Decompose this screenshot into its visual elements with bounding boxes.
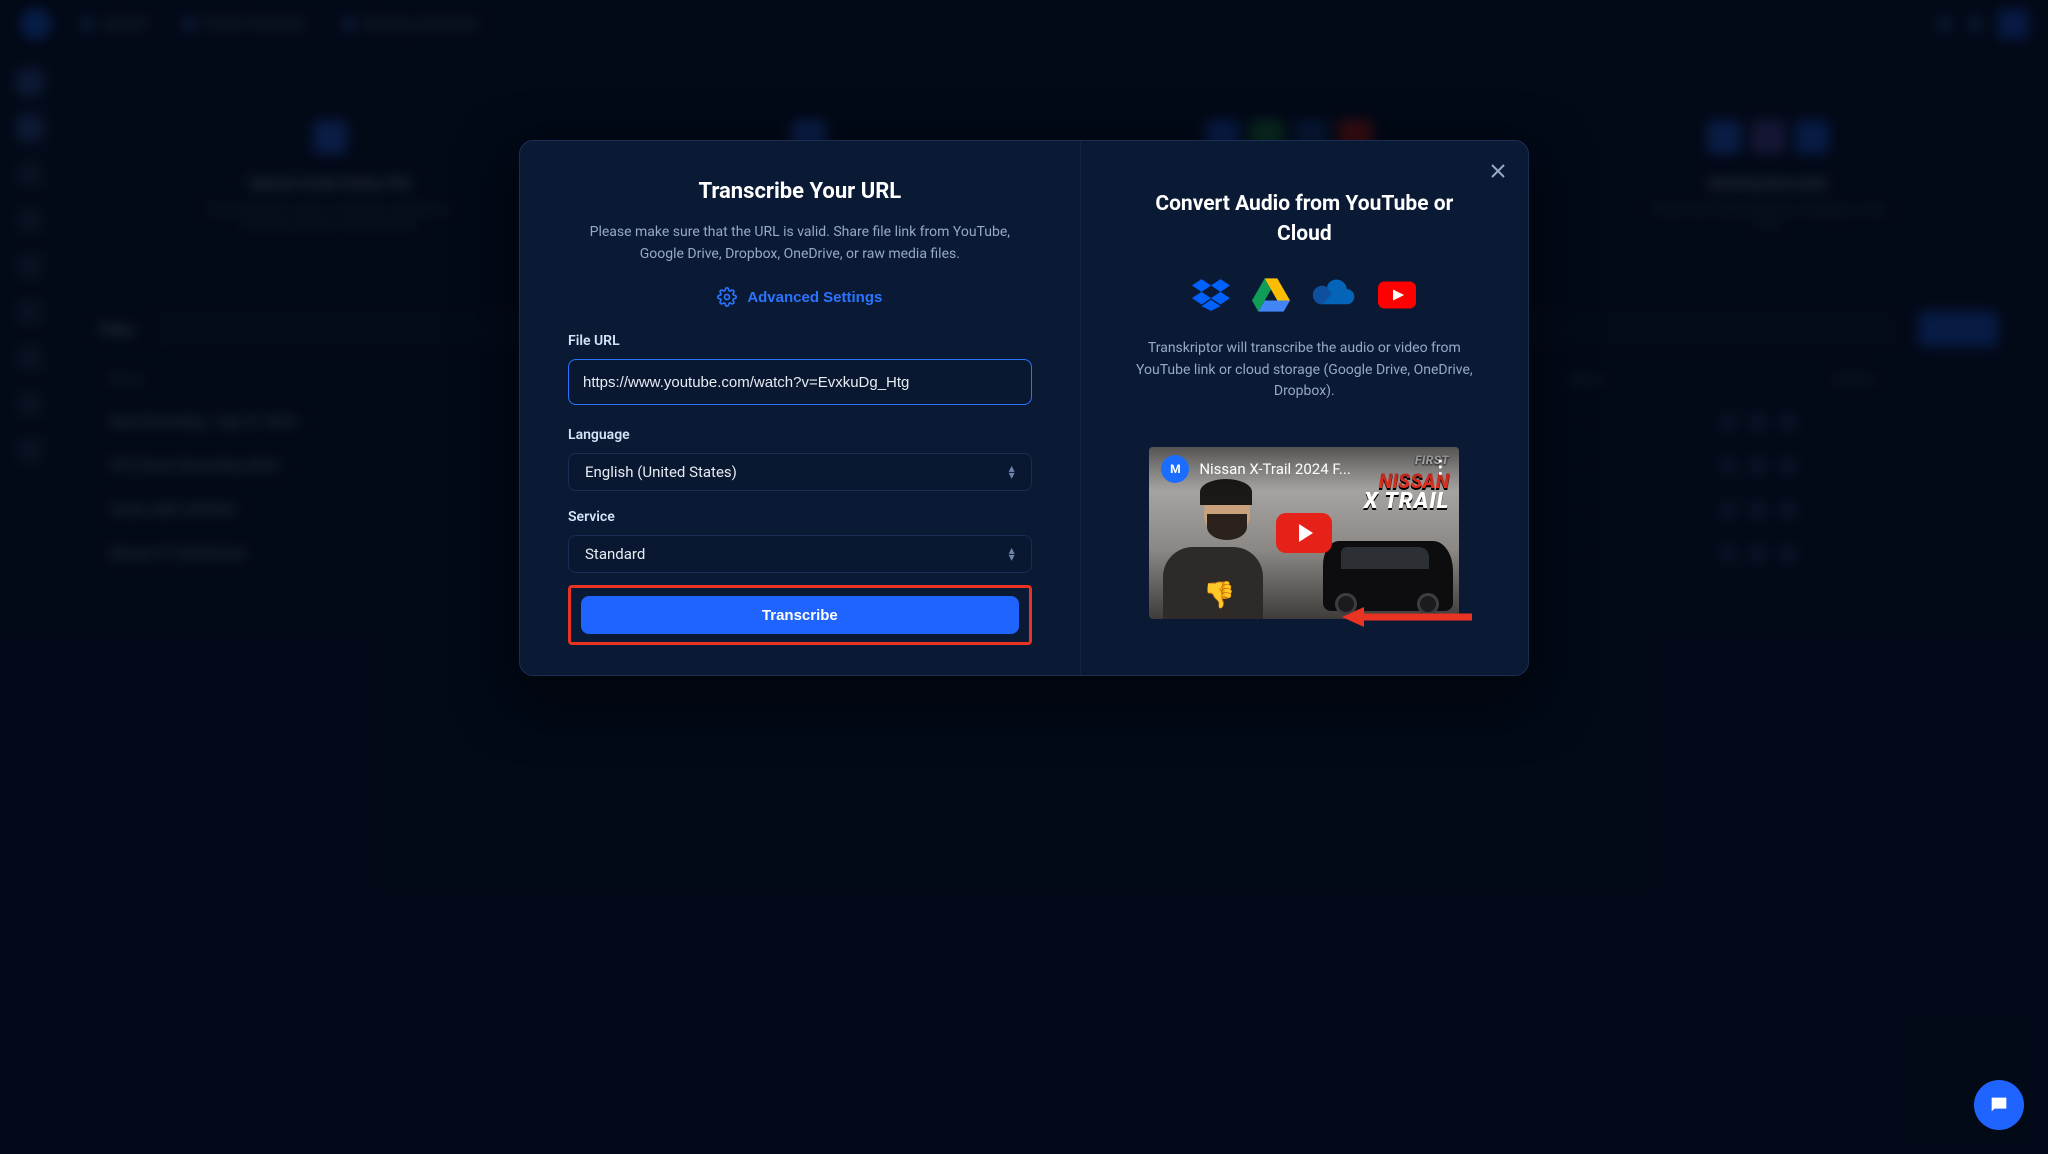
google-drive-icon (1252, 278, 1290, 312)
modal-description: Please make sure that the URL is valid. … (568, 222, 1032, 265)
video-preview[interactable]: FIRST NISSAN X TRAIL 👍 (1149, 447, 1459, 619)
close-button[interactable] (1486, 159, 1510, 183)
modal-right-pane: Convert Audio from YouTube or Cloud (1081, 141, 1528, 675)
chat-widget-button[interactable] (1974, 1080, 2024, 1130)
file-url-input[interactable] (568, 359, 1032, 405)
close-icon (1491, 164, 1505, 178)
cloud-brand-icons (1117, 278, 1492, 312)
thumbs-down-icon: 👍 (1203, 581, 1231, 609)
gear-icon (717, 287, 737, 307)
chevron-updown-icon: ▴▾ (1009, 547, 1015, 561)
file-url-label: File URL (568, 333, 1032, 349)
youtube-icon (1378, 278, 1416, 312)
right-description: Transkriptor will transcribe the audio o… (1117, 338, 1492, 403)
advanced-settings-button[interactable]: Advanced Settings (568, 287, 1032, 307)
service-value: Standard (585, 545, 645, 563)
service-select[interactable]: Standard ▴▾ (568, 535, 1032, 573)
modal-left-pane: Transcribe Your URL Please make sure tha… (520, 141, 1081, 675)
transcribe-url-modal: Transcribe Your URL Please make sure tha… (519, 140, 1529, 676)
language-label: Language (568, 427, 1032, 443)
language-value: English (United States) (585, 463, 737, 481)
channel-avatar: M (1161, 455, 1189, 483)
video-more-icon: ⋮ (1431, 457, 1449, 478)
annotation-highlight: Transcribe (568, 585, 1032, 645)
play-button[interactable] (1276, 513, 1332, 553)
dropbox-icon (1192, 278, 1230, 312)
service-label: Service (568, 509, 1032, 525)
chat-icon (1988, 1094, 2010, 1116)
language-select[interactable]: English (United States) ▴▾ (568, 453, 1032, 491)
chevron-updown-icon: ▴▾ (1009, 465, 1015, 479)
video-title: Nissan X-Trail 2024 F... (1199, 460, 1350, 478)
play-icon (1299, 524, 1313, 542)
transcribe-button[interactable]: Transcribe (581, 596, 1019, 634)
modal-overlay: Transcribe Your URL Please make sure tha… (0, 0, 2048, 1154)
modal-title: Transcribe Your URL (568, 179, 1032, 204)
right-title: Convert Audio from YouTube or Cloud (1117, 189, 1492, 250)
advanced-settings-label: Advanced Settings (747, 289, 882, 306)
thumbnail-text-trail: X TRAIL (1364, 489, 1449, 514)
onedrive-icon (1312, 278, 1356, 312)
